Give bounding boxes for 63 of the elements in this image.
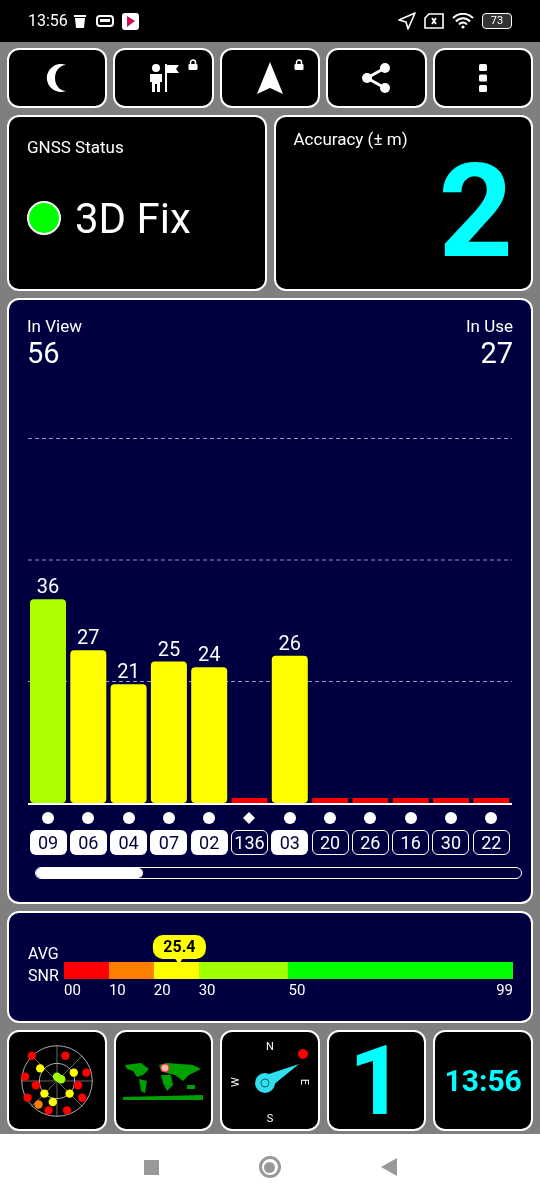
satellite-id: 07	[150, 830, 188, 855]
scale-tick: 30	[198, 981, 216, 999]
bar-value: 25	[157, 636, 181, 661]
bar-value: 36	[36, 574, 60, 599]
fix-status: 3D Fix	[75, 192, 191, 245]
back-icon[interactable]	[380, 1158, 397, 1176]
satellite-id: 22	[472, 830, 510, 855]
app-icon	[121, 12, 139, 30]
scale-tick: 10	[108, 981, 126, 999]
moon-button[interactable]	[7, 48, 108, 108]
location-arrow-icon	[398, 12, 416, 30]
recents-icon[interactable]	[143, 1159, 159, 1175]
bar-value: 27	[77, 625, 100, 650]
bar-value: 26	[278, 630, 302, 655]
trash-icon	[73, 14, 86, 28]
in-use-count: 27	[480, 336, 513, 370]
home-icon[interactable]	[258, 1156, 281, 1178]
satellite-id: 26	[351, 830, 389, 855]
scroll-thumb[interactable]	[36, 868, 143, 878]
in-view-count: 56	[27, 336, 61, 370]
satellite-id: 20	[311, 830, 349, 855]
accuracy-value: 2	[438, 146, 513, 277]
number-tile[interactable]: 1	[326, 1030, 427, 1131]
person-flag-icon	[147, 62, 180, 94]
scale-tick: 50	[288, 981, 306, 999]
card-title: GNSS Status	[27, 136, 125, 159]
in-use-label: In Use	[465, 316, 513, 336]
map-tile[interactable]	[113, 1030, 214, 1131]
more-button[interactable]	[432, 48, 534, 108]
bar-value: 24	[197, 642, 221, 667]
clock-tile[interactable]: 13:56	[433, 1030, 533, 1131]
more-icon	[478, 64, 487, 92]
snr-label: SNR	[28, 965, 60, 987]
satellite-id: 09	[29, 830, 67, 855]
status-time: 13:56	[28, 10, 68, 32]
satellite-id: 02	[190, 830, 228, 855]
satellite-id: 136	[231, 830, 268, 855]
satellite-count: 1	[349, 1032, 405, 1129]
notification-icon	[95, 15, 114, 27]
satellite-id: 04	[110, 830, 148, 855]
share-button[interactable]	[326, 48, 427, 108]
arrow-button[interactable]	[219, 48, 321, 108]
battery-indicator: 73	[482, 13, 512, 29]
share-icon	[361, 63, 392, 93]
sim-card-icon	[424, 13, 444, 29]
satellite-id: 03	[271, 830, 309, 855]
in-view-label: In View	[27, 316, 82, 336]
wifi-icon	[452, 13, 474, 29]
scale-tick: 20	[153, 981, 171, 999]
scale-tick: 00	[64, 981, 81, 999]
card-title: Accuracy (± m)	[293, 128, 409, 151]
bar-value: 21	[117, 659, 140, 684]
snr-reading: 25.4	[153, 935, 206, 959]
navigation-arrow-icon	[257, 62, 283, 94]
person-flag-button[interactable]	[113, 48, 214, 108]
clock-time: 13:56	[444, 1065, 522, 1096]
avg-label: AVG	[28, 943, 60, 965]
satellite-id: 30	[432, 830, 470, 855]
skyplot-tile[interactable]	[7, 1030, 107, 1131]
scale-tick: 99	[496, 981, 513, 999]
satellite-id: 06	[69, 830, 107, 855]
diamond-icon	[243, 812, 256, 824]
satellite-id: 16	[392, 830, 430, 855]
